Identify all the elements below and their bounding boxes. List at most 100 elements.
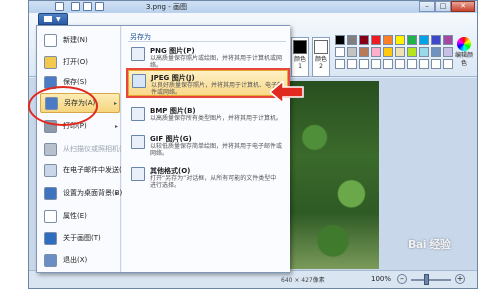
palette-swatch[interactable]: [335, 47, 345, 57]
png-icon: [131, 47, 145, 61]
palette-swatch[interactable]: [431, 59, 441, 69]
info-icon: [44, 231, 57, 245]
menu-item[interactable]: 属性(E): [40, 206, 120, 226]
menu-item-label: 保存(S): [63, 78, 87, 86]
save-as-submenu: 另存为 PNG 图片(P) 以高质量保存照片或绘图，并将其用于计算机或网络。 JPE…: [122, 26, 290, 272]
checkmark-icon: [44, 209, 57, 223]
palette-swatch[interactable]: [359, 47, 369, 57]
palette-swatch[interactable]: [371, 35, 381, 45]
zoom-in-button[interactable]: +: [455, 274, 465, 284]
edit-colors-button[interactable]: 编辑颜色: [453, 37, 475, 77]
menu-item-label: 关于画图(T): [63, 234, 101, 242]
title-bar: 3.png - 画图 – □ ✕: [29, 1, 477, 13]
submenu-arrow-icon: ▸: [113, 99, 117, 107]
bmp-icon: [131, 107, 145, 121]
menu-command-list: 新建(N) 打开(O) 保存(S) 另存为(A) ▸ 打印(P) ▸ 从扫描仪或照相机(M) 在…: [37, 26, 131, 272]
gif-icon: [131, 135, 145, 149]
color1-label: 颜色 1: [293, 56, 306, 70]
palette-swatch[interactable]: [419, 59, 429, 69]
format-description: 以良好质量保存照片，并将其用于计算机、电子邮件或网络。: [151, 82, 284, 96]
color-wheel-icon: [457, 37, 471, 51]
palette-swatch[interactable]: [335, 59, 345, 69]
format-description: 以较低质量保存简单绘图，并将其用于电子邮件或网络。: [150, 143, 283, 157]
menu-item-label: 在电子邮件中发送(D): [63, 166, 130, 174]
save-format-option[interactable]: BMP 图片(B) 以高质量保存所有类型图片，并将其用于计算机。: [128, 104, 288, 130]
palette-swatch[interactable]: [407, 35, 417, 45]
scanner-icon: [44, 142, 57, 156]
menu-item-label: 打开(O): [63, 58, 88, 66]
redo-icon[interactable]: [95, 2, 104, 11]
palette-swatch[interactable]: [347, 35, 357, 45]
menu-item[interactable]: 打开(O): [40, 52, 120, 72]
palette-swatch[interactable]: [395, 47, 405, 57]
menu-item-label: 从扫描仪或照相机(M): [63, 145, 131, 153]
palette-swatch[interactable]: [371, 47, 381, 57]
menu-item-label: 新建(N): [63, 36, 88, 44]
format-description: 打开“另存为”对话框，从所有可能的文件类型中进行选择。: [150, 175, 277, 189]
zoom-slider-thumb[interactable]: [424, 274, 429, 285]
color-palette: [335, 35, 453, 69]
color1-button[interactable]: 颜色 1: [291, 37, 309, 77]
minimize-button[interactable]: –: [419, 1, 435, 12]
other-format-icon: [131, 167, 145, 181]
menu-item[interactable]: 退出(X): [40, 250, 120, 270]
printer-icon: [44, 119, 57, 133]
menu-item[interactable]: 打印(P) ▸: [40, 116, 120, 136]
maximize-button[interactable]: □: [435, 1, 451, 12]
menu-item-label: 属性(E): [63, 212, 87, 220]
submenu-arrow-icon: ▸: [114, 122, 118, 130]
palette-swatch[interactable]: [431, 35, 441, 45]
email-icon: [44, 163, 57, 177]
submenu-arrow-icon: ▸: [114, 189, 118, 197]
chevron-down-icon: ▼: [56, 16, 61, 23]
palette-swatch[interactable]: [395, 59, 405, 69]
palette-swatch[interactable]: [359, 35, 369, 45]
menu-item[interactable]: 保存(S): [40, 72, 120, 92]
save-quick-icon[interactable]: [71, 2, 80, 11]
paint-app-icon: [55, 2, 64, 11]
palette-swatch[interactable]: [383, 47, 393, 57]
palette-swatch[interactable]: [443, 35, 453, 45]
palette-swatch[interactable]: [407, 59, 417, 69]
save-format-option[interactable]: PNG 图片(P) 以高质量保存照片或绘图，并将其用于计算机或网络。: [128, 44, 288, 70]
window-title: 3.png - 画图: [146, 3, 187, 11]
menu-item[interactable]: 另存为(A) ▸: [40, 93, 120, 113]
palette-swatch[interactable]: [383, 35, 393, 45]
edit-colors-label: 编辑颜色: [454, 52, 473, 67]
save-format-option[interactable]: 其他格式(O) 打开“另存为”对话框，从所有可能的文件类型中进行选择。: [128, 164, 288, 190]
close-button[interactable]: ✕: [451, 1, 475, 12]
undo-icon[interactable]: [83, 2, 92, 11]
palette-swatch[interactable]: [443, 47, 453, 57]
palette-swatch[interactable]: [443, 59, 453, 69]
menu-item[interactable]: 设置为桌面背景(B) ▸: [40, 183, 122, 203]
palette-swatch[interactable]: [335, 35, 345, 45]
exit-icon: [44, 253, 57, 267]
save-format-option[interactable]: JPEG 图片(J) 以良好质量保存照片，并将其用于计算机、电子邮件或网络。: [126, 68, 290, 98]
format-description: 以高质量保存照片或绘图，并将其用于计算机或网络。: [150, 55, 283, 69]
palette-swatch[interactable]: [347, 59, 357, 69]
save-format-option[interactable]: GIF 图片(G) 以较低质量保存简单绘图，并将其用于电子邮件或网络。: [128, 132, 288, 158]
palette-swatch[interactable]: [407, 47, 417, 57]
window-controls: – □ ✕: [419, 1, 475, 12]
image-canvas[interactable]: [287, 81, 379, 269]
zoom-slider[interactable]: [411, 279, 451, 281]
menu-item[interactable]: 新建(N): [40, 30, 120, 50]
color2-button[interactable]: 颜色 2: [312, 37, 330, 77]
annotation-arrow-icon: [270, 81, 304, 103]
zoom-out-button[interactable]: –: [397, 274, 407, 284]
palette-swatch[interactable]: [371, 59, 381, 69]
palette-swatch[interactable]: [395, 35, 405, 45]
palette-swatch[interactable]: [359, 59, 369, 69]
palette-swatch[interactable]: [419, 35, 429, 45]
menu-item[interactable]: 在电子邮件中发送(D): [40, 160, 130, 180]
desktop-icon: [44, 186, 57, 200]
menu-item-label: 退出(X): [63, 256, 88, 264]
palette-swatch[interactable]: [383, 59, 393, 69]
zoom-level: 100%: [371, 275, 392, 283]
paint-menu-button[interactable]: ▼: [38, 13, 68, 25]
palette-swatch[interactable]: [419, 47, 429, 57]
menu-item[interactable]: 关于画图(T): [40, 228, 120, 248]
submenu-divider: [128, 41, 286, 42]
palette-swatch[interactable]: [431, 47, 441, 57]
palette-swatch[interactable]: [347, 47, 357, 57]
